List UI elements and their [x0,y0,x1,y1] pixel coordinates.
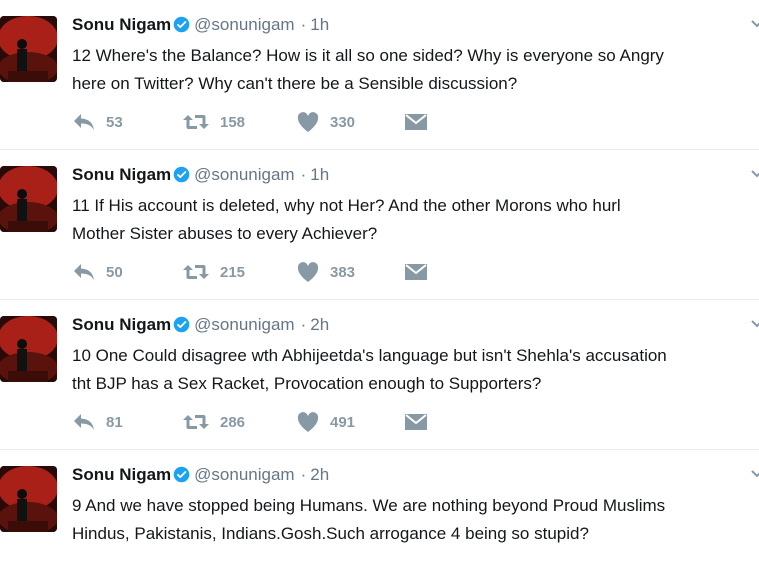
tweet-text-line: 12 Where's the Balance? How is it all so… [72,46,664,65]
retweet-count: 158 [220,113,246,131]
retweet-icon [182,412,220,432]
envelope-icon [404,112,438,132]
tweet-text: 11 If His account is deleted, why not He… [72,192,759,248]
tweet-text: 12 Where's the Balance? How is it all so… [72,42,759,98]
reply-button[interactable]: 50 [72,260,123,284]
reply-arrow-icon [72,262,106,282]
chevron-down-icon[interactable] [750,316,759,328]
tweet-header: Sonu Nigam @sonunigam · 2h [72,314,329,336]
tweet-timestamp[interactable]: 1h [310,15,329,34]
tweet[interactable]: Sonu Nigam @sonunigam · 2h 10 One Could dis… [0,300,759,450]
like-count: 330 [330,113,356,131]
tweet-text: 10 One Could disagree wth Abhijeetda's l… [72,342,759,398]
separator-dot: · [300,315,307,334]
retweet-button[interactable]: 215 [182,260,245,284]
tweet-text-line: Mother Sister abuses to every Achiever? [72,224,378,243]
like-button[interactable]: 330 [296,110,355,134]
tweet-timestamp[interactable]: 1h [310,165,329,184]
author-handle[interactable]: @sonunigam [194,465,294,484]
separator-dot: · [300,165,307,184]
tweet[interactable]: Sonu Nigam @sonunigam · 1h 11 If His accoun… [0,150,759,300]
like-button[interactable]: 383 [296,260,355,284]
tweet[interactable]: Sonu Nigam @sonunigam · 1h 12 Where's the B… [0,0,759,150]
reply-button[interactable]: 81 [72,410,123,434]
avatar[interactable] [0,166,57,232]
retweet-button[interactable]: 286 [182,410,245,434]
tweet-feed: Sonu Nigam @sonunigam · 1h 12 Where's the B… [0,0,759,561]
heart-icon [296,111,330,133]
tweet-text-line: Hindus, Pakistanis, Indians.Gosh.Such ar… [72,524,589,543]
separator-dot: · [300,15,307,34]
envelope-icon [404,412,438,432]
reply-arrow-icon [72,412,106,432]
author-name[interactable]: Sonu Nigam [72,165,171,184]
retweet-count: 286 [220,413,246,431]
author-handle[interactable]: @sonunigam [194,315,294,334]
like-count: 383 [330,263,356,281]
tweet-text-line: 10 One Could disagree wth Abhijeetda's l… [72,346,667,365]
separator-dot: · [300,465,307,484]
direct-message-button[interactable] [404,110,438,134]
heart-icon [296,261,330,283]
tweet[interactable]: Sonu Nigam @sonunigam · 2h 9 And we have st… [0,450,759,561]
like-count: 491 [330,413,356,431]
direct-message-button[interactable] [404,410,438,434]
tweet-header: Sonu Nigam @sonunigam · 2h [72,464,329,486]
tweet-timestamp[interactable]: 2h [310,465,329,484]
tweet-text-line: 11 If His account is deleted, why not He… [72,196,621,215]
reply-button[interactable]: 53 [72,110,123,134]
author-handle[interactable]: @sonunigam [194,15,294,34]
author-name[interactable]: Sonu Nigam [72,465,171,484]
retweet-count: 215 [220,263,246,281]
reply-arrow-icon [72,112,106,132]
heart-icon [296,411,330,433]
avatar[interactable] [0,16,57,82]
tweet-text-line: here on Twitter? Why can't there be a Se… [72,74,518,93]
verified-badge-icon [173,166,190,189]
retweet-icon [182,262,220,282]
author-handle[interactable]: @sonunigam [194,165,294,184]
tweet-text: 9 And we have stopped being Humans. We a… [72,492,759,548]
direct-message-button[interactable] [404,260,438,284]
verified-badge-icon [173,466,190,489]
envelope-icon [404,262,438,282]
tweet-text-line: 9 And we have stopped being Humans. We a… [72,496,666,515]
verified-badge-icon [173,316,190,339]
reply-count: 50 [106,263,123,281]
retweet-icon [182,112,220,132]
tweet-header: Sonu Nigam @sonunigam · 1h [72,164,329,186]
reply-count: 81 [106,413,123,431]
reply-count: 53 [106,113,123,131]
retweet-button[interactable]: 158 [182,110,245,134]
author-name[interactable]: Sonu Nigam [72,15,171,34]
chevron-down-icon[interactable] [750,166,759,178]
author-name[interactable]: Sonu Nigam [72,315,171,334]
chevron-down-icon[interactable] [750,16,759,28]
chevron-down-icon[interactable] [750,466,759,478]
tweet-text-line: tht BJP has a Sex Racket, Provocation en… [72,374,542,393]
tweet-timestamp[interactable]: 2h [310,315,329,334]
like-button[interactable]: 491 [296,410,355,434]
avatar[interactable] [0,466,57,532]
avatar[interactable] [0,316,57,382]
verified-badge-icon [173,16,190,39]
tweet-header: Sonu Nigam @sonunigam · 1h [72,14,329,36]
